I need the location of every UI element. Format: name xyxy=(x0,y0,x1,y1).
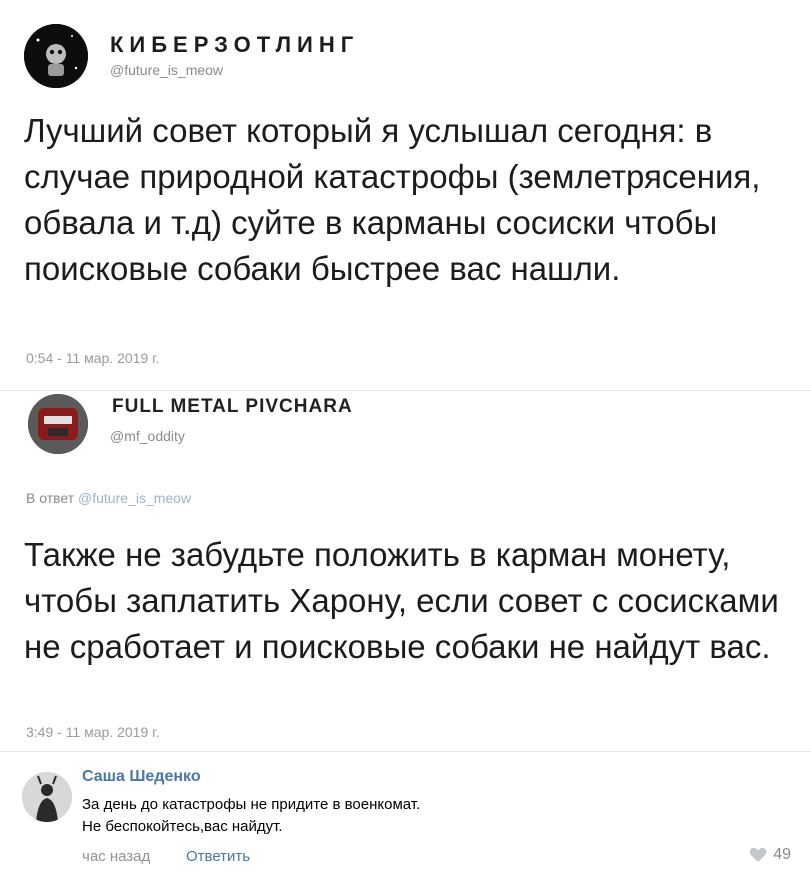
comment-time[interactable]: час назад xyxy=(82,848,150,865)
reply-button[interactable]: Ответить xyxy=(186,848,250,865)
like-count: 49 xyxy=(773,846,791,863)
comment: Саша Шеденко За день до катастрофы не пр… xyxy=(0,752,811,877)
author-handle[interactable]: @future_is_meow xyxy=(110,62,223,78)
timestamp[interactable]: 3:49 - 11 мар. 2019 г. xyxy=(26,724,159,740)
comment-text-line: За день до катастрофы не придите в военк… xyxy=(82,796,421,813)
avatar[interactable] xyxy=(28,394,88,454)
avatar[interactable] xyxy=(22,772,72,822)
comment-text: За день до катастрофы не придите в военк… xyxy=(82,794,782,838)
tweet-text: Лучший совет который я услышал сегодня: … xyxy=(24,112,761,287)
like-button[interactable]: 49 xyxy=(749,846,791,864)
reply-to-label: В ответ @future_is_meow xyxy=(26,490,191,506)
reply-prefix: В ответ xyxy=(26,490,75,506)
author-name[interactable]: КИБЕРЗОТЛИНГ xyxy=(110,32,359,58)
avatar[interactable] xyxy=(24,24,88,88)
author-name[interactable]: FULL METAL PIVCHARA xyxy=(112,396,353,418)
tweet-text: Также не забудьте положить в карман моне… xyxy=(24,536,779,665)
heart-icon xyxy=(749,847,767,863)
avatar-image xyxy=(24,24,88,88)
author-handle[interactable]: @mf_oddity xyxy=(110,428,185,444)
avatar-image xyxy=(22,772,72,822)
tweet-original: КИБЕРЗОТЛИНГ @future_is_meow Лучший сове… xyxy=(0,0,811,391)
avatar-image xyxy=(28,394,88,454)
comment-text-line: Не беспокойтесь,вас найдут. xyxy=(82,818,283,835)
reply-handle-link[interactable]: @future_is_meow xyxy=(78,490,191,506)
comment-author[interactable]: Саша Шеденко xyxy=(82,768,201,786)
timestamp[interactable]: 0:54 - 11 мар. 2019 г. xyxy=(26,350,159,366)
